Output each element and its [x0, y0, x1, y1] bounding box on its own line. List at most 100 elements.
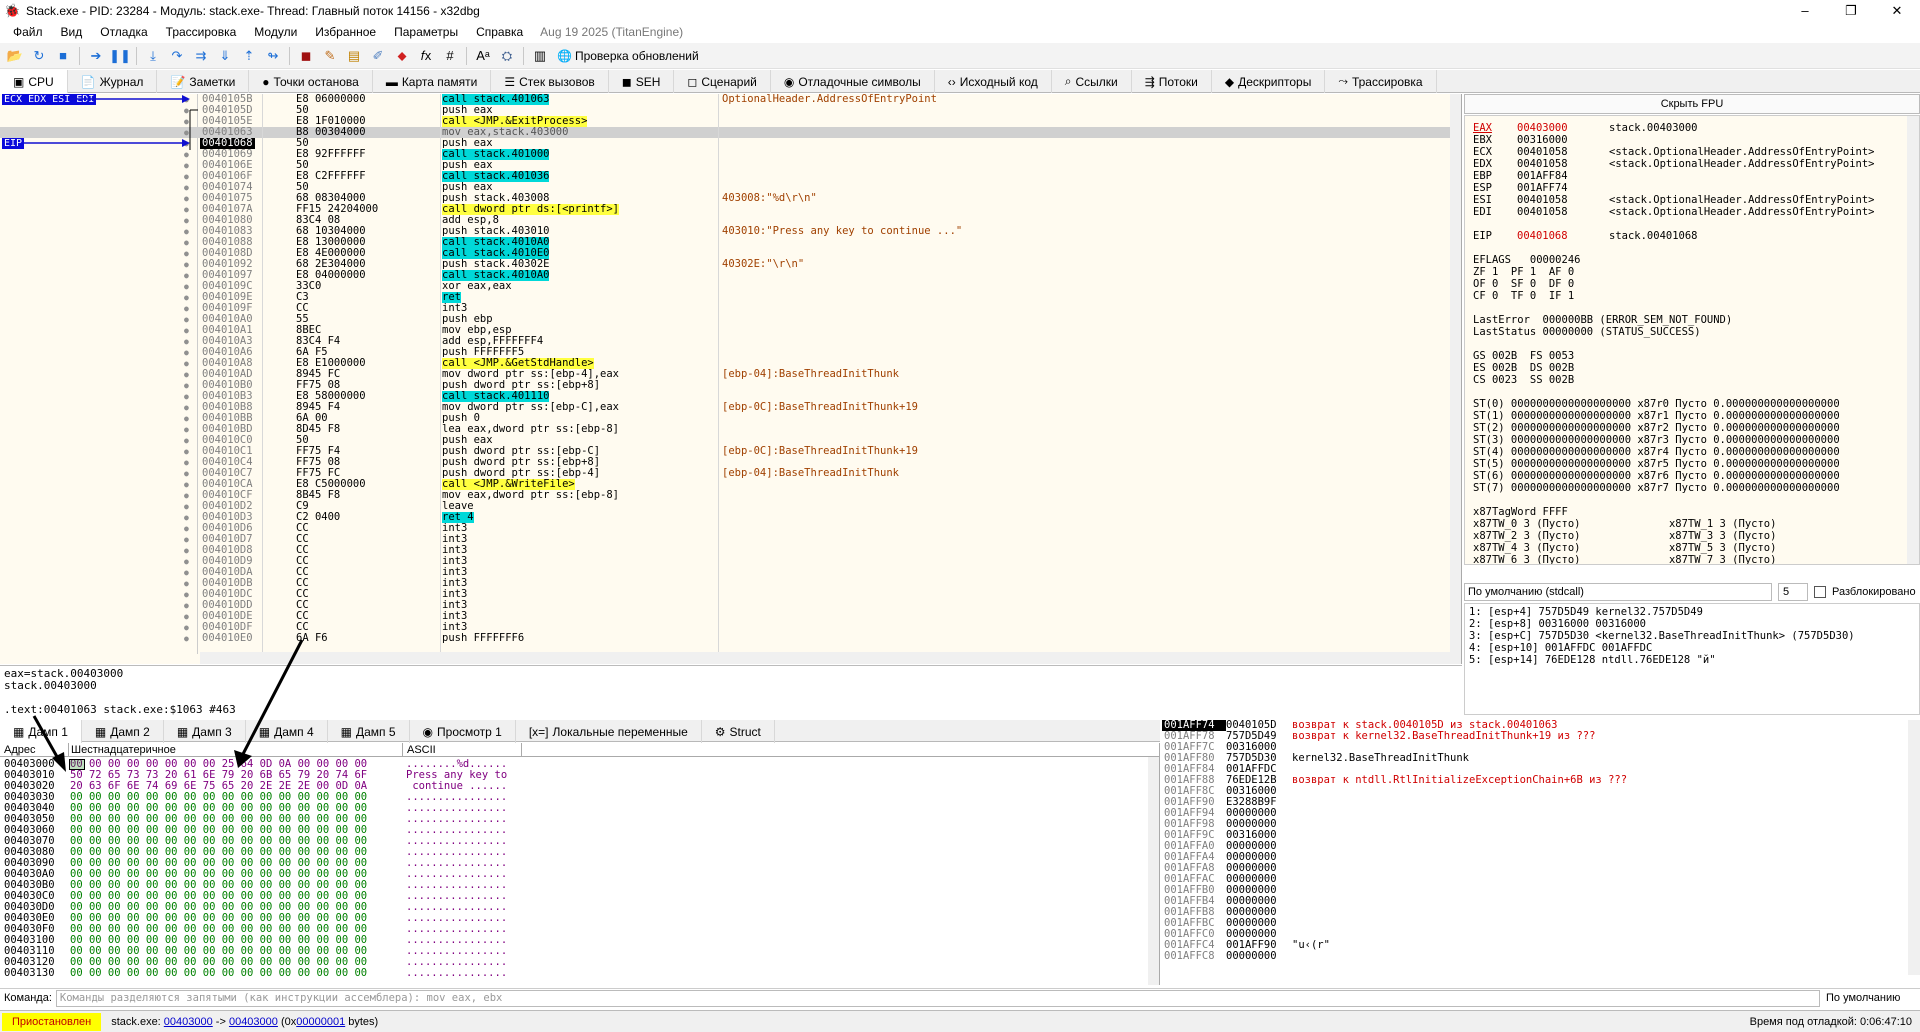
dump-tab-6[interactable]: [x=] Локальные переменные [516, 720, 702, 743]
breakpoint-dot[interactable]: ● [184, 182, 189, 193]
breakpoint-dot[interactable]: ● [184, 138, 189, 149]
breakpoint-dot[interactable]: ● [184, 281, 189, 292]
dump-tab-5[interactable]: ◉ Просмотр 1 [410, 720, 516, 743]
hide-fpu-button[interactable]: Скрыть FPU [1464, 94, 1920, 114]
dump-row[interactable]: 00403130 00 00 00 00 00 00 00 00 00 00 00… [0, 968, 1140, 979]
breakpoint-dot[interactable]: ● [184, 259, 189, 270]
stack-scrollbar[interactable] [1908, 720, 1920, 975]
breakpoint-dot[interactable]: ● [184, 105, 189, 116]
breakpoint-dot[interactable]: ● [184, 501, 189, 512]
menu-trace[interactable]: Трассировка [157, 25, 246, 39]
disassembly-horizontal-scrollbar[interactable] [200, 652, 1461, 664]
register-row[interactable]: EDI 00401058 <stack.OptionalHeader.Address… [1473, 206, 1875, 218]
breakpoint-dot[interactable]: ● [184, 127, 189, 138]
tab-13[interactable]: ⤳ Трассировка [1325, 70, 1437, 93]
step-over-icon[interactable]: ↷ [166, 45, 188, 67]
breakpoint-dot[interactable]: ● [184, 171, 189, 182]
fx-icon[interactable]: 𝑓x [415, 45, 437, 67]
breakpoint-dot[interactable]: ● [184, 424, 189, 435]
breakpoint-dot[interactable]: ● [184, 534, 189, 545]
breakpoint-dot[interactable]: ● [184, 204, 189, 215]
breakpoint-dot[interactable]: ● [184, 160, 189, 171]
run-to-user-code-icon[interactable]: ↬ [262, 45, 284, 67]
register-row[interactable]: EAX 00403000 stack.00403000 [1473, 122, 1698, 134]
dump-header-address[interactable]: Адрес [4, 743, 36, 757]
breakpoint-dot[interactable]: ● [184, 589, 189, 600]
breakpoint-dot[interactable]: ● [184, 457, 189, 468]
breakpoint-dot[interactable]: ● [184, 402, 189, 413]
registers-scrollbar[interactable] [1907, 116, 1919, 564]
breakpoint-dot[interactable]: ● [184, 578, 189, 589]
label-icon[interactable]: ▤ [343, 45, 365, 67]
menu-help[interactable]: Справка [467, 25, 532, 39]
breakpoint-dot[interactable]: ● [184, 622, 189, 633]
breakpoint-dot[interactable]: ● [184, 468, 189, 479]
breakpoint-dot[interactable]: ● [184, 435, 189, 446]
register-row[interactable]: ESI 00401058 <stack.OptionalHeader.Address… [1473, 194, 1875, 206]
register-value[interactable]: 00403000 [1517, 122, 1609, 134]
tab-4[interactable]: ▬ Карта памяти [373, 70, 492, 93]
tab-3[interactable]: ● Точки останова [249, 70, 373, 93]
function-icon[interactable]: ⬥ [391, 45, 413, 67]
stack-argument-row[interactable]: 3: [esp+C] 757D5D30 <kernel32.BaseThread… [1469, 630, 1915, 642]
breakpoint-dot[interactable]: ● [184, 358, 189, 369]
bookmark-icon[interactable]: ✐ [367, 45, 389, 67]
register-row[interactable]: EBX 00316000 [1473, 134, 1609, 146]
hash-icon[interactable]: # [439, 45, 461, 67]
breakpoint-dot[interactable]: ● [184, 391, 189, 402]
breakpoint-dot[interactable]: ● [184, 237, 189, 248]
patch-icon[interactable]: ⛭ [496, 45, 518, 67]
stack-argument-row[interactable]: 5: [esp+14] 76EDE128 ntdll.76EDE128 "й" [1469, 654, 1915, 666]
close-button[interactable]: ✕ [1874, 0, 1920, 22]
breakpoint-dot[interactable]: ● [184, 556, 189, 567]
scylla-icon[interactable]: ◼ [295, 45, 317, 67]
breakpoint-dot[interactable]: ● [184, 270, 189, 281]
register-value[interactable]: 00401058 [1517, 194, 1609, 206]
breakpoint-dot[interactable]: ● [184, 336, 189, 347]
breakpoint-dot[interactable]: ● [184, 325, 189, 336]
stack-argument-row[interactable]: 4: [esp+10] 001AFFDC 001AFFDC [1469, 642, 1915, 654]
menu-view[interactable]: Вид [52, 25, 92, 39]
breakpoint-dot[interactable]: ● [184, 633, 189, 644]
dump-tab-0[interactable]: ▦ Дамп 1 [0, 720, 82, 743]
breakpoint-dot[interactable]: ● [184, 215, 189, 226]
breakpoint-dot[interactable]: ● [184, 446, 189, 457]
tab-7[interactable]: ◻ Сценарий [674, 70, 771, 93]
dump-scrollbar[interactable] [1148, 757, 1159, 985]
register-row[interactable]: ECX 00401058 <stack.OptionalHeader.Address… [1473, 146, 1875, 158]
breakpoint-dot[interactable]: ● [184, 545, 189, 556]
breakpoint-dot[interactable]: ● [184, 149, 189, 160]
breakpoint-dot[interactable]: ● [184, 600, 189, 611]
register-row[interactable]: EDX 00401058 <stack.OptionalHeader.Address… [1473, 158, 1875, 170]
menu-plugins[interactable]: Модули [245, 25, 306, 39]
breakpoint-dot[interactable]: ● [184, 479, 189, 490]
stack-view[interactable]: 001AFF74 0040105D возврат к stack.0040105D… [1162, 720, 1920, 985]
tab-11[interactable]: ⇶ Потоки [1132, 70, 1212, 93]
breakpoint-dot[interactable]: ● [184, 292, 189, 303]
calling-convention-select[interactable]: По умолчанию (stdcall) [1464, 583, 1772, 601]
calculator-icon[interactable]: ▥ [529, 45, 551, 67]
step-into-icon[interactable]: ⤓ [142, 45, 164, 67]
register-value[interactable]: 001AFF84 [1517, 170, 1609, 182]
register-row-eip[interactable]: EIP 00401068 stack.00401068 [1473, 230, 1698, 242]
breakpoint-dot[interactable]: ● [184, 611, 189, 622]
register-row[interactable]: ESP 001AFF74 [1473, 182, 1609, 194]
execute-till-return-icon[interactable]: ⇡ [238, 45, 260, 67]
stack-row[interactable]: 001AFFC8 00000000 [1162, 951, 1902, 962]
pause-icon[interactable]: ❚❚ [109, 45, 131, 67]
menu-debug[interactable]: Отладка [91, 25, 156, 39]
breakpoint-dot[interactable]: ● [184, 94, 189, 105]
tab-6[interactable]: ◼ SEH [609, 70, 675, 93]
font-icon[interactable]: Aᵃ [472, 45, 494, 67]
dump-tab-4[interactable]: ▦ Дамп 5 [328, 720, 410, 743]
minimize-button[interactable]: – [1782, 0, 1828, 22]
disassembly-view[interactable]: ECX EDX ESI EDI EIP ● 0040105B E8 06000000… [0, 94, 1462, 664]
register-value[interactable]: 00401058 [1517, 206, 1609, 218]
disassembly-vertical-scrollbar[interactable] [1450, 94, 1461, 652]
breakpoint-dot[interactable]: ● [184, 523, 189, 534]
breakpoint-dot[interactable]: ● [184, 303, 189, 314]
breakpoint-dot[interactable]: ● [184, 490, 189, 501]
breakpoint-dot[interactable]: ● [184, 512, 189, 523]
breakpoint-dot[interactable]: ● [184, 413, 189, 424]
selection-end-link[interactable]: 00403000 [229, 1016, 278, 1028]
